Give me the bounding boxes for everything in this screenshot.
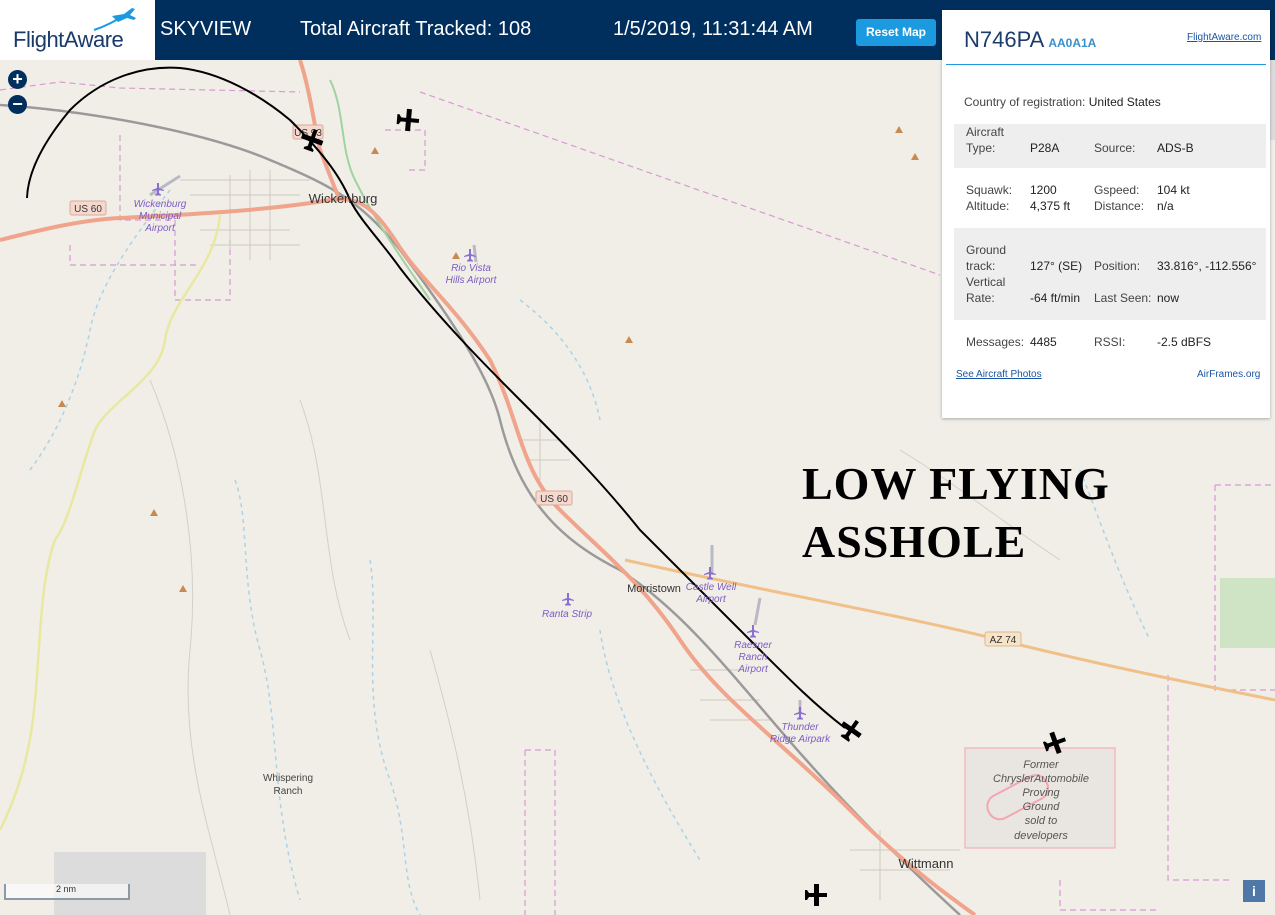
- annotation-line: ASSHOLE: [802, 516, 1027, 567]
- messages-value: 4485: [1030, 335, 1057, 349]
- registration-heading: N746PA AA0A1A: [964, 27, 1096, 53]
- area-label: Former: [1023, 759, 1060, 771]
- info-row-track: Ground track: 127° (SE) Position: 33.816…: [954, 228, 1266, 320]
- town-label: Wickenburg: [309, 191, 378, 206]
- aircraft-type: P28A: [1030, 141, 1060, 155]
- squawk-value: 1200: [1030, 183, 1057, 197]
- info-row-squawk: Squawk: 1200 Gspeed: 104 kt Altitude: 4,…: [954, 182, 1266, 218]
- rssi-label: RSSI:: [1094, 335, 1126, 349]
- svg-text:US 60: US 60: [74, 204, 102, 215]
- vrate-label: Vertical: [966, 275, 1006, 289]
- airport-label: Rio Vista: [451, 263, 491, 274]
- annotation-text: LOW FLYING ASSHOLE: [802, 455, 1110, 571]
- type-label: Type:: [966, 141, 996, 155]
- type-label: Aircraft: [966, 125, 1005, 139]
- info-row-type: Aircraft Type: P28A Source: ADS-B: [954, 124, 1266, 168]
- zoom-out-button[interactable]: −: [8, 95, 27, 114]
- airport-label: Airport: [737, 664, 769, 675]
- aircraft-info-panel: N746PA AA0A1A FlightAware.com Country of …: [942, 10, 1270, 418]
- airport-label: Airport: [144, 223, 176, 234]
- airport-label: Municipal: [139, 211, 182, 222]
- area-label: Ground: [1023, 801, 1061, 813]
- info-button[interactable]: i: [1243, 880, 1265, 902]
- place-label: Whispering: [263, 773, 313, 784]
- panel-divider: [946, 64, 1266, 65]
- distance-label: Distance:: [1094, 199, 1145, 213]
- airport-label: Ridge Airpark: [770, 734, 831, 745]
- aircraft-count: Total Aircraft Tracked: 108: [300, 18, 532, 40]
- altitude-value: 4,375 ft: [1030, 199, 1071, 213]
- gspeed-label: Gspeed:: [1094, 183, 1140, 197]
- position-value: 33.816°, -112.556°: [1157, 259, 1257, 273]
- source-value: ADS-B: [1157, 141, 1194, 155]
- airport-label: Ranta Strip: [542, 609, 592, 620]
- country-label: Country of registration:: [964, 95, 1086, 109]
- flightaware-logo[interactable]: FlightAware: [0, 0, 155, 60]
- registration: N746PA: [964, 27, 1045, 52]
- gspeed-value: 104 kt: [1157, 183, 1190, 197]
- svg-text:US 60: US 60: [540, 494, 568, 505]
- country-value: United States: [1088, 95, 1161, 109]
- logo-text: FlightAware: [13, 27, 124, 52]
- track-label: track:: [966, 259, 996, 273]
- airport-label: Ranch: [739, 652, 768, 663]
- track-value: 127° (SE): [1030, 259, 1083, 273]
- squawk-label: Squawk:: [966, 183, 1013, 197]
- messages-label: Messages:: [966, 335, 1025, 349]
- position-label: Position:: [1094, 259, 1141, 273]
- airport-label: Raesner: [734, 640, 772, 651]
- flightaware-link[interactable]: FlightAware.com: [1187, 32, 1261, 43]
- airport-label: Hills Airport: [446, 275, 498, 286]
- distance-value: n/a: [1157, 199, 1174, 213]
- app-title: SKYVIEW: [160, 18, 252, 40]
- aircraft-photos-link[interactable]: See Aircraft Photos: [956, 369, 1042, 380]
- airport-label: Wickenburg: [134, 199, 187, 210]
- reset-map-button[interactable]: Reset Map: [856, 19, 936, 46]
- airport-label: Castle Well: [686, 582, 737, 593]
- area-label: ChryslerAutomobile: [993, 773, 1089, 785]
- town-label: Wittmann: [899, 856, 954, 871]
- annotation-line: LOW FLYING: [802, 458, 1110, 509]
- place-label: Ranch: [274, 786, 303, 797]
- area-label: sold to: [1025, 815, 1057, 827]
- scale-label: 2 nm: [56, 884, 77, 894]
- altitude-label: Altitude:: [966, 199, 1010, 213]
- vrate-label: Rate:: [966, 291, 995, 305]
- last-seen-value: now: [1157, 291, 1180, 305]
- hex-code: AA0A1A: [1048, 36, 1097, 50]
- airframes-link[interactable]: AirFrames.org: [1197, 369, 1260, 380]
- airport-label: Thunder: [781, 722, 819, 733]
- airport-label: Airport: [695, 594, 727, 605]
- scale-bar: 2 nm: [4, 884, 130, 900]
- country-row: Country of registration: United States: [964, 95, 1161, 109]
- park-area: [1220, 578, 1275, 648]
- town-label: Morristown: [627, 583, 681, 595]
- source-label: Source:: [1094, 141, 1136, 155]
- info-row-messages: Messages: 4485 RSSI: -2.5 dBFS: [954, 334, 1266, 354]
- svg-text:AZ 74: AZ 74: [990, 635, 1017, 646]
- rssi-value: -2.5 dBFS: [1157, 335, 1212, 349]
- zoom-in-button[interactable]: +: [8, 70, 27, 89]
- area-label: developers: [1014, 830, 1068, 842]
- last-seen-label: Last Seen:: [1094, 291, 1152, 305]
- track-label: Ground: [966, 243, 1007, 257]
- area-label: Proving: [1022, 787, 1060, 799]
- vrate-value: -64 ft/min: [1030, 291, 1081, 305]
- timestamp: 1/5/2019, 11:31:44 AM: [613, 18, 813, 40]
